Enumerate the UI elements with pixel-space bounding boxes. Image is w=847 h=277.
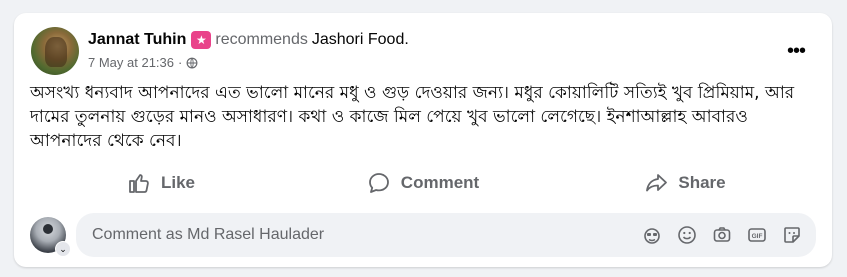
- like-label: Like: [160, 173, 196, 192]
- author-name[interactable]: Jannat Tuhin: [88, 30, 186, 50]
- avatar-sticker-icon[interactable]: [642, 225, 662, 245]
- comment-composer: ⌄ Comment as Md Rasel Haulader GIF: [30, 213, 816, 259]
- comment-label: Comment: [400, 173, 480, 192]
- svg-text:GIF: GIF: [752, 233, 763, 240]
- post-header: Jannat Tuhin ★ recommends Jashori Food.: [88, 30, 409, 50]
- sticker-icon[interactable]: [782, 225, 802, 245]
- post-actions-bar: Like Comment Share: [30, 165, 816, 201]
- camera-icon[interactable]: [712, 225, 732, 245]
- gif-icon[interactable]: GIF: [747, 225, 767, 245]
- meta-separator: ·: [178, 55, 183, 70]
- share-arrow-icon: [646, 174, 668, 192]
- post-meta: 7 May at 21:36 ·: [88, 55, 198, 70]
- share-button[interactable]: Share: [554, 165, 816, 201]
- post-timestamp[interactable]: 7 May at 21:36: [88, 55, 174, 70]
- comment-box[interactable]: GIF: [76, 213, 816, 257]
- thumbs-up-icon: [129, 174, 149, 193]
- comment-input[interactable]: [90, 225, 627, 245]
- recommends-label: recommends: [215, 31, 308, 48]
- chevron-down-icon[interactable]: ⌄: [55, 241, 71, 257]
- comment-tools: GIF: [627, 225, 802, 245]
- comment-button[interactable]: Comment: [292, 165, 554, 201]
- page-name-link[interactable]: Jashori Food: [312, 30, 405, 50]
- more-horizontal-icon: •••: [786, 39, 806, 62]
- globe-icon: [186, 57, 198, 68]
- like-button[interactable]: Like: [30, 165, 292, 201]
- star-badge-icon: ★: [191, 31, 212, 49]
- emoji-icon[interactable]: [677, 225, 697, 245]
- more-options-button[interactable]: •••: [782, 37, 810, 65]
- speech-bubble-icon: [368, 173, 389, 193]
- share-label: Share: [678, 173, 726, 192]
- post-card: Jannat Tuhin ★ recommends Jashori Food. …: [14, 13, 832, 267]
- post-body-text: অসংখ্য ধন্যবাদ আপনাদের এত ভালো মানের মধু…: [30, 83, 795, 151]
- header-period: .: [404, 31, 409, 48]
- author-avatar[interactable]: [31, 27, 79, 75]
